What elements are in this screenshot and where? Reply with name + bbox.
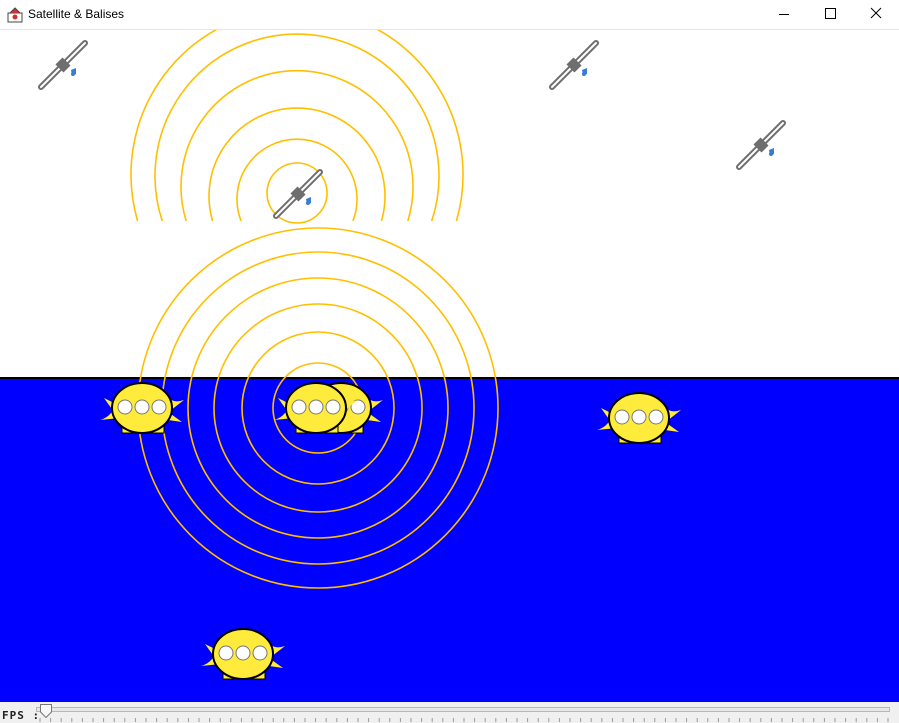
maximize-button[interactable] xyxy=(807,0,853,29)
maximize-icon xyxy=(825,8,836,19)
java-app-icon xyxy=(7,7,23,23)
sky-area xyxy=(0,30,899,378)
fps-slider-ticks xyxy=(39,718,889,722)
minimize-icon xyxy=(779,14,789,15)
window-title: Satellite & Balises xyxy=(28,7,125,21)
simulation-canvas xyxy=(0,30,899,702)
fps-slider[interactable] xyxy=(36,707,890,712)
close-icon xyxy=(870,7,882,19)
title-bar: Satellite & Balises xyxy=(0,0,899,30)
fps-control-bar: FPS : xyxy=(0,702,899,723)
fps-slider-thumb[interactable] xyxy=(40,704,52,718)
fps-label: FPS : xyxy=(2,709,41,722)
minimize-button[interactable] xyxy=(761,0,807,29)
close-button[interactable] xyxy=(853,0,899,29)
